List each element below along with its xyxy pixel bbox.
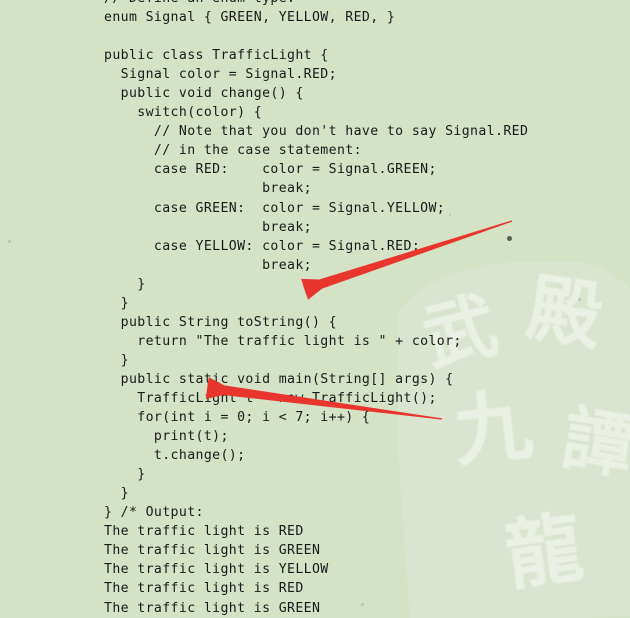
watermark-glyph: 譚 <box>556 396 630 490</box>
code-listing: // Define an enum type. enum Signal { GR… <box>104 0 529 616</box>
watermark-glyph: 殿 <box>522 265 608 361</box>
scan-speck <box>578 298 581 301</box>
scan-speck <box>8 240 11 243</box>
scan-speck <box>449 214 451 216</box>
scan-speck <box>361 603 364 606</box>
scanned-code-page: 武殿九譚龍 // Define an enum type. enum Signa… <box>0 0 630 618</box>
scan-speck <box>507 236 512 241</box>
